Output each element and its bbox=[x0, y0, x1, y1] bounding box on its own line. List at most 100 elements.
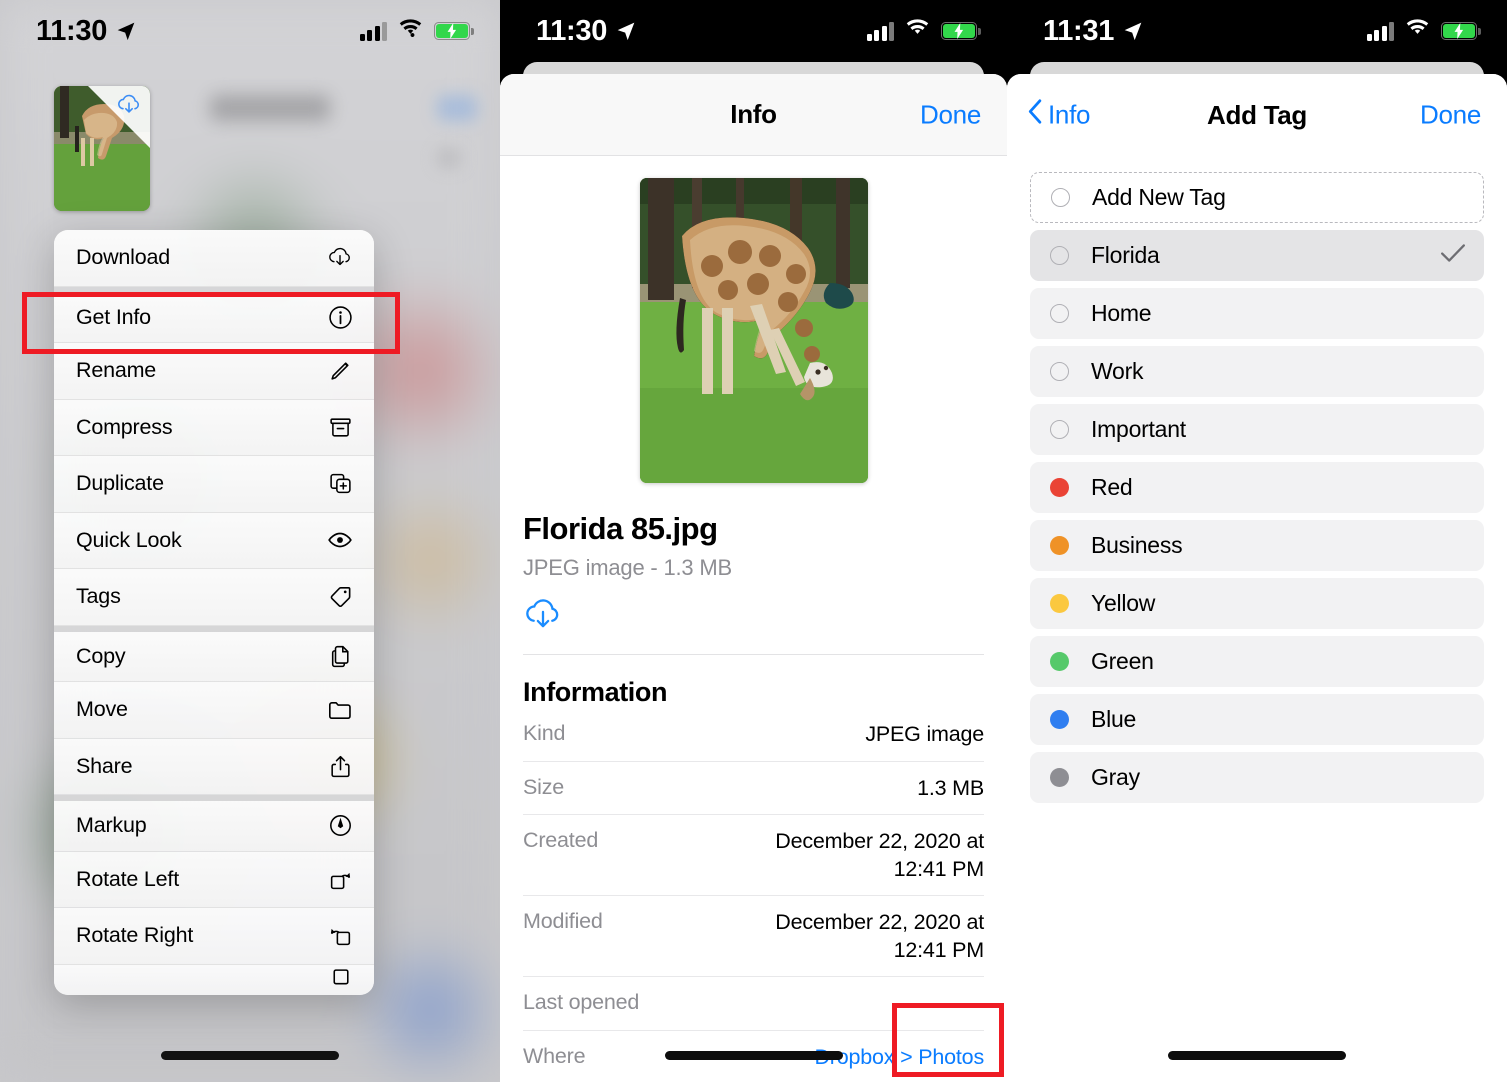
tag-row-green[interactable]: Green bbox=[1030, 636, 1484, 687]
menu-item-label: Rotate Left bbox=[76, 866, 179, 891]
tag-row-home[interactable]: Home bbox=[1030, 288, 1484, 339]
status-bar-left: 11:30 bbox=[0, 0, 500, 62]
status-time: 11:31 bbox=[1043, 14, 1115, 47]
file-thumbnail[interactable] bbox=[54, 86, 150, 211]
download-action[interactable] bbox=[523, 599, 984, 636]
info-circle-icon bbox=[324, 305, 356, 330]
battery-charging-icon bbox=[1441, 22, 1481, 40]
file-meta: JPEG image - 1.3 MB bbox=[523, 555, 732, 580]
chevron-left-icon bbox=[1027, 99, 1042, 132]
menu-item-get-info[interactable]: Get Info bbox=[54, 286, 374, 343]
tag-row-red[interactable]: Red bbox=[1030, 462, 1484, 513]
menu-item-copy[interactable]: Copy bbox=[54, 625, 374, 682]
markup-pen-circle-icon bbox=[324, 813, 356, 838]
menu-item-download[interactable]: Download bbox=[54, 230, 374, 287]
menu-item-label: Move bbox=[76, 697, 128, 722]
info-value: -- bbox=[970, 991, 984, 1016]
radio-circle-icon bbox=[1051, 188, 1070, 207]
tag-row-florida[interactable]: Florida bbox=[1030, 230, 1484, 281]
back-button-label: Info bbox=[1048, 99, 1091, 130]
menu-item-duplicate[interactable]: Duplicate bbox=[54, 456, 374, 513]
back-button[interactable]: Info bbox=[1027, 99, 1090, 132]
file-name: Florida 85.jpg bbox=[523, 511, 718, 546]
page-title: Info bbox=[730, 99, 777, 129]
tag-color-dot-gray bbox=[1050, 768, 1069, 787]
file-preview-image[interactable] bbox=[639, 178, 868, 483]
tag-label: Work bbox=[1091, 358, 1144, 384]
done-button[interactable]: Done bbox=[1420, 100, 1481, 131]
cloud-download-icon bbox=[116, 94, 142, 120]
menu-item-rotate-right[interactable]: Rotate Right bbox=[54, 908, 374, 965]
menu-item-tags[interactable]: Tags bbox=[54, 569, 374, 626]
tag-row-blue[interactable]: Blue bbox=[1030, 694, 1484, 745]
add-tag-navbar: Info Add Tag Done bbox=[1007, 74, 1507, 156]
info-key: Last opened bbox=[523, 990, 640, 1015]
menu-item-label: Get Info bbox=[76, 304, 151, 329]
info-key: Kind bbox=[523, 721, 566, 745]
blurred-toolbar-icon-2 bbox=[437, 148, 461, 168]
folder-icon bbox=[324, 697, 356, 723]
three-phone-screenshots: 11:30 Download Get Info Rename Compress … bbox=[0, 0, 1507, 1082]
tag-label: Add New Tag bbox=[1092, 184, 1226, 210]
menu-item-partial-hidden[interactable] bbox=[54, 964, 374, 995]
add-tag-sheet: Info Add Tag Done Add New Tag Florida Ho… bbox=[1007, 74, 1507, 1082]
menu-item-rotate-left[interactable]: Rotate Left bbox=[54, 851, 374, 908]
info-value: JPEG image bbox=[865, 722, 984, 746]
blurred-title-placeholder bbox=[210, 95, 330, 121]
menu-item-rename[interactable]: Rename bbox=[54, 343, 374, 400]
rotate-left-icon bbox=[324, 867, 356, 892]
battery-charging-icon bbox=[434, 22, 474, 40]
info-body: Florida 85.jpg JPEG image - 1.3 MB Infor… bbox=[500, 178, 1007, 1082]
tag-row-work[interactable]: Work bbox=[1030, 346, 1484, 397]
share-up-arrow-icon bbox=[324, 754, 356, 779]
menu-item-label: Rotate Right bbox=[76, 923, 194, 948]
location-arrow-icon bbox=[116, 21, 136, 41]
page-title: Add Tag bbox=[1207, 99, 1307, 130]
cloud-download-icon bbox=[324, 247, 356, 268]
menu-item-label: Markup bbox=[76, 813, 147, 838]
tag-label: Home bbox=[1091, 300, 1152, 326]
archive-box-icon bbox=[324, 415, 356, 440]
checkmark-icon bbox=[1440, 242, 1466, 269]
phone-screen-add-tag: 11:31 Info Add Tag Done Add New Tag Flor… bbox=[1007, 0, 1507, 1082]
tag-row-gray[interactable]: Gray bbox=[1030, 752, 1484, 803]
info-key: Modified bbox=[523, 909, 603, 934]
menu-item-share[interactable]: Share bbox=[54, 738, 374, 795]
phone-screen-info-sheet: 11:30 Info Done Florida 85.jpg JPEG imag… bbox=[500, 0, 1007, 1082]
tag-list: Add New Tag Florida Home Work Important … bbox=[1007, 156, 1507, 803]
menu-item-markup[interactable]: Markup bbox=[54, 795, 374, 852]
partial-icon bbox=[324, 967, 356, 992]
radio-circle-icon bbox=[1050, 246, 1069, 265]
menu-item-label: Tags bbox=[76, 584, 121, 609]
rotate-right-icon bbox=[324, 923, 356, 948]
tag-row-add-new[interactable]: Add New Tag bbox=[1030, 172, 1484, 223]
section-divider bbox=[523, 654, 984, 655]
battery-charging-icon bbox=[941, 22, 981, 40]
tag-label: Blue bbox=[1091, 706, 1137, 732]
status-time: 11:30 bbox=[536, 14, 608, 47]
tag-row-important[interactable]: Important bbox=[1030, 404, 1484, 455]
cellular-signal-icon bbox=[359, 21, 387, 41]
tag-icon bbox=[324, 584, 356, 610]
tag-label: Yellow bbox=[1091, 590, 1156, 616]
info-row-created: Created December 22, 2020 at 12:41 PM bbox=[523, 815, 984, 897]
menu-item-move[interactable]: Move bbox=[54, 682, 374, 739]
home-indicator bbox=[664, 1051, 843, 1060]
tag-label: Florida bbox=[1091, 242, 1160, 268]
menu-item-label: Share bbox=[76, 753, 133, 778]
context-menu[interactable]: Download Get Info Rename Compress Duplic… bbox=[54, 230, 374, 995]
done-button[interactable]: Done bbox=[920, 99, 981, 130]
menu-item-compress[interactable]: Compress bbox=[54, 399, 374, 456]
menu-item-quick-look[interactable]: Quick Look bbox=[54, 512, 374, 569]
location-arrow-icon bbox=[1123, 21, 1143, 41]
menu-item-label: Quick Look bbox=[76, 527, 182, 552]
information-section-title: Information bbox=[523, 677, 668, 707]
tag-label: Important bbox=[1091, 416, 1186, 442]
tag-color-dot-green bbox=[1050, 652, 1069, 671]
tag-row-business[interactable]: Business bbox=[1030, 520, 1484, 571]
tag-row-yellow[interactable]: Yellow bbox=[1030, 578, 1484, 629]
info-value: 1.3 MB bbox=[917, 775, 984, 800]
info-row-modified: Modified December 22, 2020 at 12:41 PM bbox=[523, 896, 984, 978]
status-time: 11:30 bbox=[36, 14, 108, 47]
tag-color-dot-blue bbox=[1050, 710, 1069, 729]
